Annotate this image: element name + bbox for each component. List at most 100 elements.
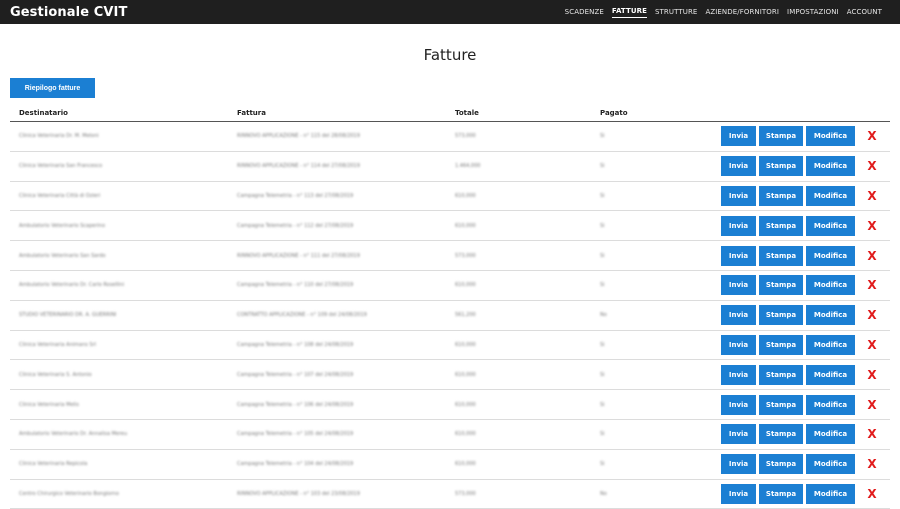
delete-icon[interactable]: X xyxy=(864,250,880,262)
print-button[interactable]: Stampa xyxy=(759,483,803,504)
delete-icon[interactable]: X xyxy=(864,220,880,232)
edit-button[interactable]: Modifica xyxy=(806,305,855,326)
print-button[interactable]: Stampa xyxy=(759,334,803,355)
edit-button[interactable]: Modifica xyxy=(806,275,855,296)
cell-fattura: RINNOVO APPLICAZIONE - n° 103 del 23/08/… xyxy=(237,490,360,497)
cell-fattura: Campagna Telemetria - n° 104 del 24/08/2… xyxy=(237,461,354,468)
send-button[interactable]: Invia xyxy=(721,156,756,177)
header-pagato: Pagato xyxy=(600,108,628,117)
send-button[interactable]: Invia xyxy=(721,126,756,147)
send-button[interactable]: Invia xyxy=(721,454,756,475)
print-button[interactable]: Stampa xyxy=(759,364,803,385)
print-button[interactable]: Stampa xyxy=(759,275,803,296)
cell-pagato: Si xyxy=(600,282,605,289)
table-body: Clinica Veterinaria Dr. M. Meloni RINNOV… xyxy=(10,122,890,509)
cell-pagato: Si xyxy=(600,192,605,199)
delete-icon[interactable]: X xyxy=(864,428,880,440)
cell-fattura: Campagna Telemetria - n° 107 del 24/08/2… xyxy=(237,371,354,378)
delete-icon[interactable]: X xyxy=(864,309,880,321)
edit-button[interactable]: Modifica xyxy=(806,364,855,385)
cell-totale: 610,000 xyxy=(455,192,476,199)
edit-button[interactable]: Modifica xyxy=(806,156,855,177)
send-button[interactable]: Invia xyxy=(721,334,756,355)
table-row: Centro Chirurgico Veterinario Bongiorno … xyxy=(10,480,890,509)
cell-totale: 573,000 xyxy=(455,133,476,140)
nav-item-scadenze[interactable]: SCADENZE xyxy=(561,0,608,24)
edit-button[interactable]: Modifica xyxy=(806,424,855,445)
delete-icon[interactable]: X xyxy=(864,190,880,202)
table-header: Destinatario Fattura Totale Pagato xyxy=(10,104,890,122)
cell-destinatario: Ambulatorio Veterinario Dr. Annalisa Mer… xyxy=(19,431,128,438)
print-button[interactable]: Stampa xyxy=(759,215,803,236)
nav-item-impostazioni[interactable]: IMPOSTAZIONI xyxy=(783,0,843,24)
send-button[interactable]: Invia xyxy=(721,185,756,206)
table-row: Clinica Veterinaria Animans Srl Campagna… xyxy=(10,331,890,361)
invoice-summary-button[interactable]: Riepilogo fatture xyxy=(10,78,95,98)
edit-button[interactable]: Modifica xyxy=(806,215,855,236)
invoices-table: Destinatario Fattura Totale Pagato Clini… xyxy=(10,104,890,509)
delete-icon[interactable]: X xyxy=(864,488,880,500)
nav-item-fatture[interactable]: FATTURE xyxy=(608,0,651,24)
table-row: Ambulatorio Veterinario Dr. Carlo Rosell… xyxy=(10,271,890,301)
nav-item-account[interactable]: ACCOUNT xyxy=(843,0,886,24)
table-row: Clinica Veterinaria Repicola Campagna Te… xyxy=(10,450,890,480)
print-button[interactable]: Stampa xyxy=(759,245,803,266)
delete-icon[interactable]: X xyxy=(864,160,880,172)
row-actions: Invia Stampa Modifica X xyxy=(721,334,880,355)
print-button[interactable]: Stampa xyxy=(759,394,803,415)
cell-pagato: Si xyxy=(600,341,605,348)
cell-totale: 610,000 xyxy=(455,461,476,468)
print-button[interactable]: Stampa xyxy=(759,126,803,147)
nav-item-strutture[interactable]: STRUTTURE xyxy=(651,0,701,24)
edit-button[interactable]: Modifica xyxy=(806,126,855,147)
send-button[interactable]: Invia xyxy=(721,483,756,504)
row-actions: Invia Stampa Modifica X xyxy=(721,215,880,236)
main-nav: SCADENZE FATTURE STRUTTURE AZIENDE/FORNI… xyxy=(561,0,886,24)
row-actions: Invia Stampa Modifica X xyxy=(721,156,880,177)
edit-button[interactable]: Modifica xyxy=(806,394,855,415)
app-title[interactable]: Gestionale CVIT xyxy=(10,5,127,20)
send-button[interactable]: Invia xyxy=(721,364,756,385)
delete-icon[interactable]: X xyxy=(864,369,880,381)
nav-item-aziende-fornitori[interactable]: AZIENDE/FORNITORI xyxy=(701,0,783,24)
edit-button[interactable]: Modifica xyxy=(806,185,855,206)
send-button[interactable]: Invia xyxy=(721,245,756,266)
edit-button[interactable]: Modifica xyxy=(806,334,855,355)
cell-totale: 610,000 xyxy=(455,371,476,378)
delete-icon[interactable]: X xyxy=(864,339,880,351)
send-button[interactable]: Invia xyxy=(721,424,756,445)
cell-fattura: Campagna Telemetria - n° 112 del 27/08/2… xyxy=(237,222,354,229)
cell-destinatario: Clinica Veterinaria Melis xyxy=(19,401,79,408)
send-button[interactable]: Invia xyxy=(721,215,756,236)
delete-icon[interactable]: X xyxy=(864,279,880,291)
cell-fattura: RINNOVO APPLICAZIONE - n° 114 del 27/08/… xyxy=(237,163,360,170)
cell-totale: 610,000 xyxy=(455,222,476,229)
send-button[interactable]: Invia xyxy=(721,305,756,326)
cell-destinatario: Ambulatorio Veterinario San Sardo xyxy=(19,252,106,259)
print-button[interactable]: Stampa xyxy=(759,185,803,206)
delete-icon[interactable]: X xyxy=(864,130,880,142)
edit-button[interactable]: Modifica xyxy=(806,454,855,475)
print-button[interactable]: Stampa xyxy=(759,454,803,475)
send-button[interactable]: Invia xyxy=(721,394,756,415)
header-fattura: Fattura xyxy=(237,108,266,117)
print-button[interactable]: Stampa xyxy=(759,156,803,177)
cell-pagato: Si xyxy=(600,461,605,468)
cell-fattura: Campagna Telemetria - n° 110 del 27/08/2… xyxy=(237,282,354,289)
row-actions: Invia Stampa Modifica X xyxy=(721,275,880,296)
send-button[interactable]: Invia xyxy=(721,275,756,296)
delete-icon[interactable]: X xyxy=(864,399,880,411)
cell-fattura: Campagna Telemetria - n° 105 del 24/08/2… xyxy=(237,431,354,438)
edit-button[interactable]: Modifica xyxy=(806,245,855,266)
cell-fattura: Campagna Telemetria - n° 108 del 24/08/2… xyxy=(237,341,354,348)
table-row: Ambulatorio Veterinario San Sardo RINNOV… xyxy=(10,241,890,271)
header-totale: Totale xyxy=(455,108,479,117)
top-navbar: Gestionale CVIT SCADENZE FATTURE STRUTTU… xyxy=(0,0,900,24)
cell-totale: 610,000 xyxy=(455,341,476,348)
print-button[interactable]: Stampa xyxy=(759,424,803,445)
edit-button[interactable]: Modifica xyxy=(806,483,855,504)
table-row: Clinica Veterinaria Melis Campagna Telem… xyxy=(10,390,890,420)
print-button[interactable]: Stampa xyxy=(759,305,803,326)
delete-icon[interactable]: X xyxy=(864,458,880,470)
table-row: Clinica Veterinaria Città di Ozieri Camp… xyxy=(10,182,890,212)
